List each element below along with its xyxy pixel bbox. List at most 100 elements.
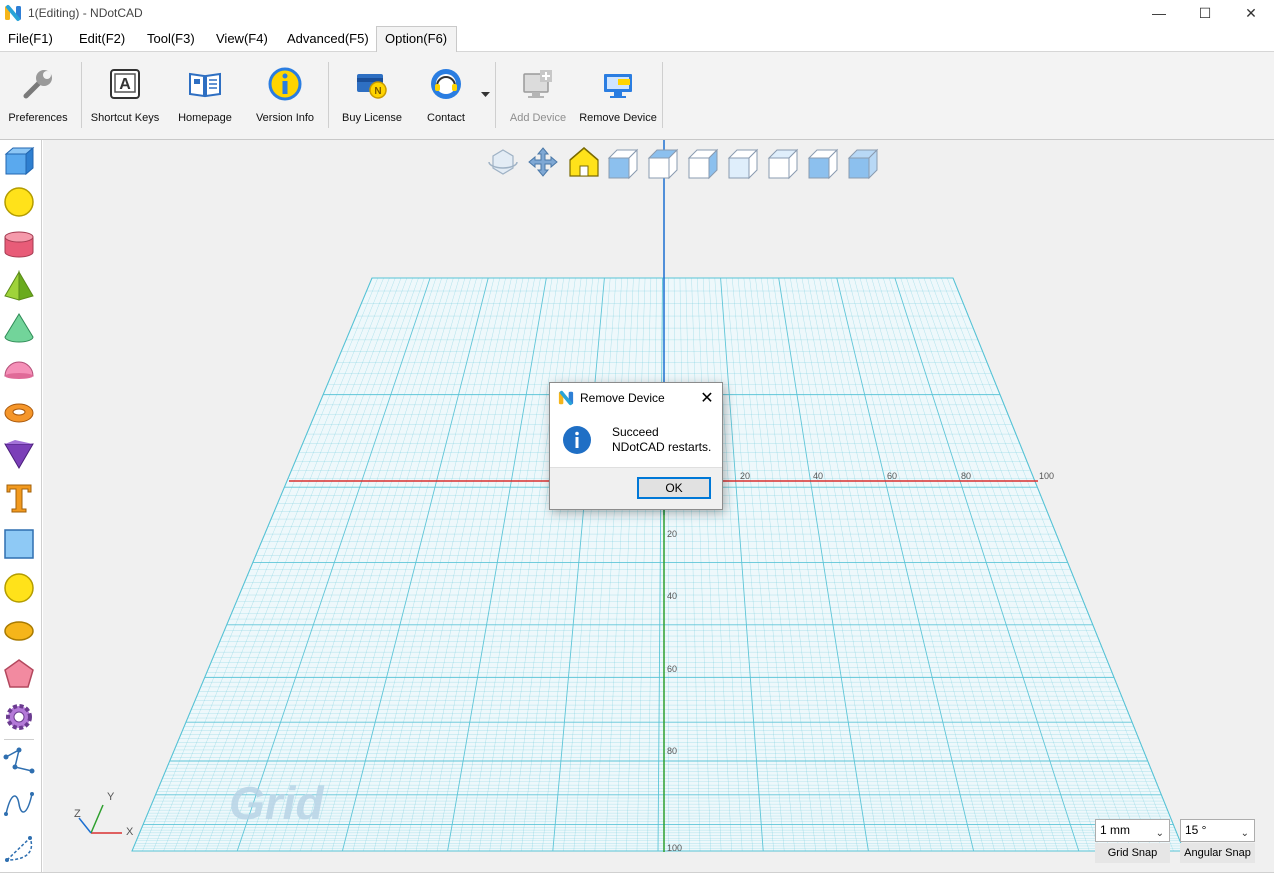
front-view-icon[interactable] [607, 148, 639, 180]
minimize-button[interactable]: — [1136, 0, 1182, 26]
buy-license-label: Buy License [342, 112, 402, 124]
dialog-close-icon[interactable]: ✕ [698, 389, 716, 407]
curve-tool[interactable] [2, 786, 36, 822]
svg-text:N: N [374, 86, 381, 97]
preferences-button[interactable]: Preferences [8, 64, 68, 124]
dialog-footer: OK [550, 467, 722, 509]
y-tick-label: 20 [667, 529, 677, 539]
grid-snap-value: 1 mm [1100, 823, 1130, 837]
sphere-tool[interactable] [2, 184, 36, 220]
menu-advanced[interactable]: Advanced(F5) [279, 26, 377, 52]
buy-license-button[interactable]: N Buy License [340, 64, 404, 124]
pyramid-icon [4, 270, 34, 301]
dialog-message: Succeed NDotCAD restarts. [612, 425, 711, 455]
ribbon-toolbar: Preferences A Shortcut Keys Homepage Ver… [0, 52, 1274, 140]
pentagon-icon [4, 659, 34, 688]
x-tick-label: 20 [740, 471, 750, 481]
back-view-icon[interactable] [767, 148, 799, 180]
menu-option[interactable]: Option(F6) [376, 26, 457, 52]
pan-icon[interactable] [528, 147, 558, 177]
hemisphere-tool[interactable] [2, 352, 36, 388]
version-info-label: Version Info [255, 112, 315, 124]
cube-icon [4, 146, 35, 176]
wrench-icon [23, 70, 52, 99]
shortcut-keys-label: Shortcut Keys [90, 112, 160, 124]
homepage-button[interactable]: Homepage [175, 64, 235, 124]
remove-device-icon [604, 74, 632, 98]
prism-tool[interactable] [2, 436, 36, 472]
right-view-icon[interactable] [687, 148, 719, 180]
prism-icon [4, 440, 34, 469]
cone-icon [4, 313, 34, 343]
gear-tool[interactable] [2, 699, 36, 735]
add-device-label: Add Device [509, 112, 567, 124]
torus-tool[interactable] [2, 394, 36, 430]
info-icon [268, 67, 302, 101]
sphere-icon [4, 187, 34, 217]
angular-snap-label: Angular Snap [1180, 843, 1255, 863]
menu-edit[interactable]: Edit(F2) [71, 26, 133, 52]
dialog-message-line1: Succeed [612, 425, 659, 439]
home-view-icon[interactable] [569, 147, 599, 177]
remove-device-dialog: Remove Device ✕ Succeed NDotCAD restarts… [549, 382, 723, 510]
circle-tool[interactable] [2, 570, 36, 606]
torus-icon [4, 403, 34, 423]
contact-button[interactable]: Contact [416, 64, 476, 124]
menu-view[interactable]: View(F4) [208, 26, 276, 52]
bottom-view-icon[interactable] [807, 148, 839, 180]
grid-snap-select[interactable]: 1 mm ⌄ [1095, 819, 1170, 842]
cone-tool[interactable] [2, 310, 36, 346]
toolbar-separator [4, 739, 34, 740]
text-tool[interactable] [2, 480, 36, 516]
add-device-icon [523, 70, 552, 98]
menu-tool[interactable]: Tool(F3) [139, 26, 203, 52]
chevron-down-icon: ⌄ [1155, 828, 1164, 839]
menu-file[interactable]: File(F1) [0, 26, 61, 52]
ellipse-tool[interactable] [2, 613, 36, 649]
grid-watermark: Grid [229, 777, 324, 829]
license-card-icon: N [357, 74, 387, 99]
dialog-title: Remove Device [580, 391, 665, 405]
rectangle-tool[interactable] [2, 526, 36, 562]
cylinder-tool[interactable] [2, 226, 36, 262]
version-info-button[interactable]: Version Info [255, 64, 315, 124]
closed-curve-icon [5, 836, 33, 862]
shortcut-keys-button[interactable]: A Shortcut Keys [90, 64, 160, 124]
y-tick-label: 40 [667, 591, 677, 601]
add-device-button[interactable]: Add Device [508, 64, 568, 124]
ok-button[interactable]: OK [637, 477, 711, 499]
x-tick-label: 100 [1039, 471, 1054, 481]
box-tool[interactable] [2, 142, 36, 178]
hemisphere-icon [4, 361, 34, 379]
dialog-body: Succeed NDotCAD restarts. [550, 413, 722, 465]
text-t-icon [6, 484, 32, 513]
remove-device-button[interactable]: Remove Device [579, 64, 657, 124]
orbit-icon[interactable] [488, 149, 518, 175]
closed-curve-tool[interactable] [2, 830, 36, 866]
top-view-icon[interactable] [647, 148, 679, 180]
app-logo-icon [5, 5, 21, 21]
ribbon-separator [81, 62, 82, 128]
iso-view-icon[interactable] [847, 148, 879, 180]
angular-snap-select[interactable]: 15 ° ⌄ [1180, 819, 1255, 842]
contact-dropdown-icon[interactable] [481, 92, 490, 98]
gear-icon [6, 704, 32, 730]
axis-x-label: X [126, 826, 134, 838]
x-tick-label: 60 [887, 471, 897, 481]
cylinder-icon [4, 231, 34, 258]
maximize-button[interactable]: ☐ [1182, 0, 1228, 26]
polygon-tool[interactable] [2, 656, 36, 692]
left-view-icon[interactable] [727, 148, 759, 180]
info-icon [563, 426, 591, 454]
polyline-icon [3, 747, 35, 774]
ellipse-icon [4, 621, 34, 641]
close-button[interactable]: ✕ [1228, 0, 1274, 26]
polyline-tool[interactable] [2, 743, 36, 779]
shape-toolbar [0, 140, 42, 872]
axis-z-label: Z [74, 808, 81, 820]
pyramid-tool[interactable] [2, 268, 36, 304]
svg-text:A: A [119, 76, 131, 93]
square-icon [4, 529, 34, 559]
dialog-message-line2: NDotCAD restarts. [612, 440, 712, 454]
axis-gizmo: X Y Z [74, 791, 134, 838]
